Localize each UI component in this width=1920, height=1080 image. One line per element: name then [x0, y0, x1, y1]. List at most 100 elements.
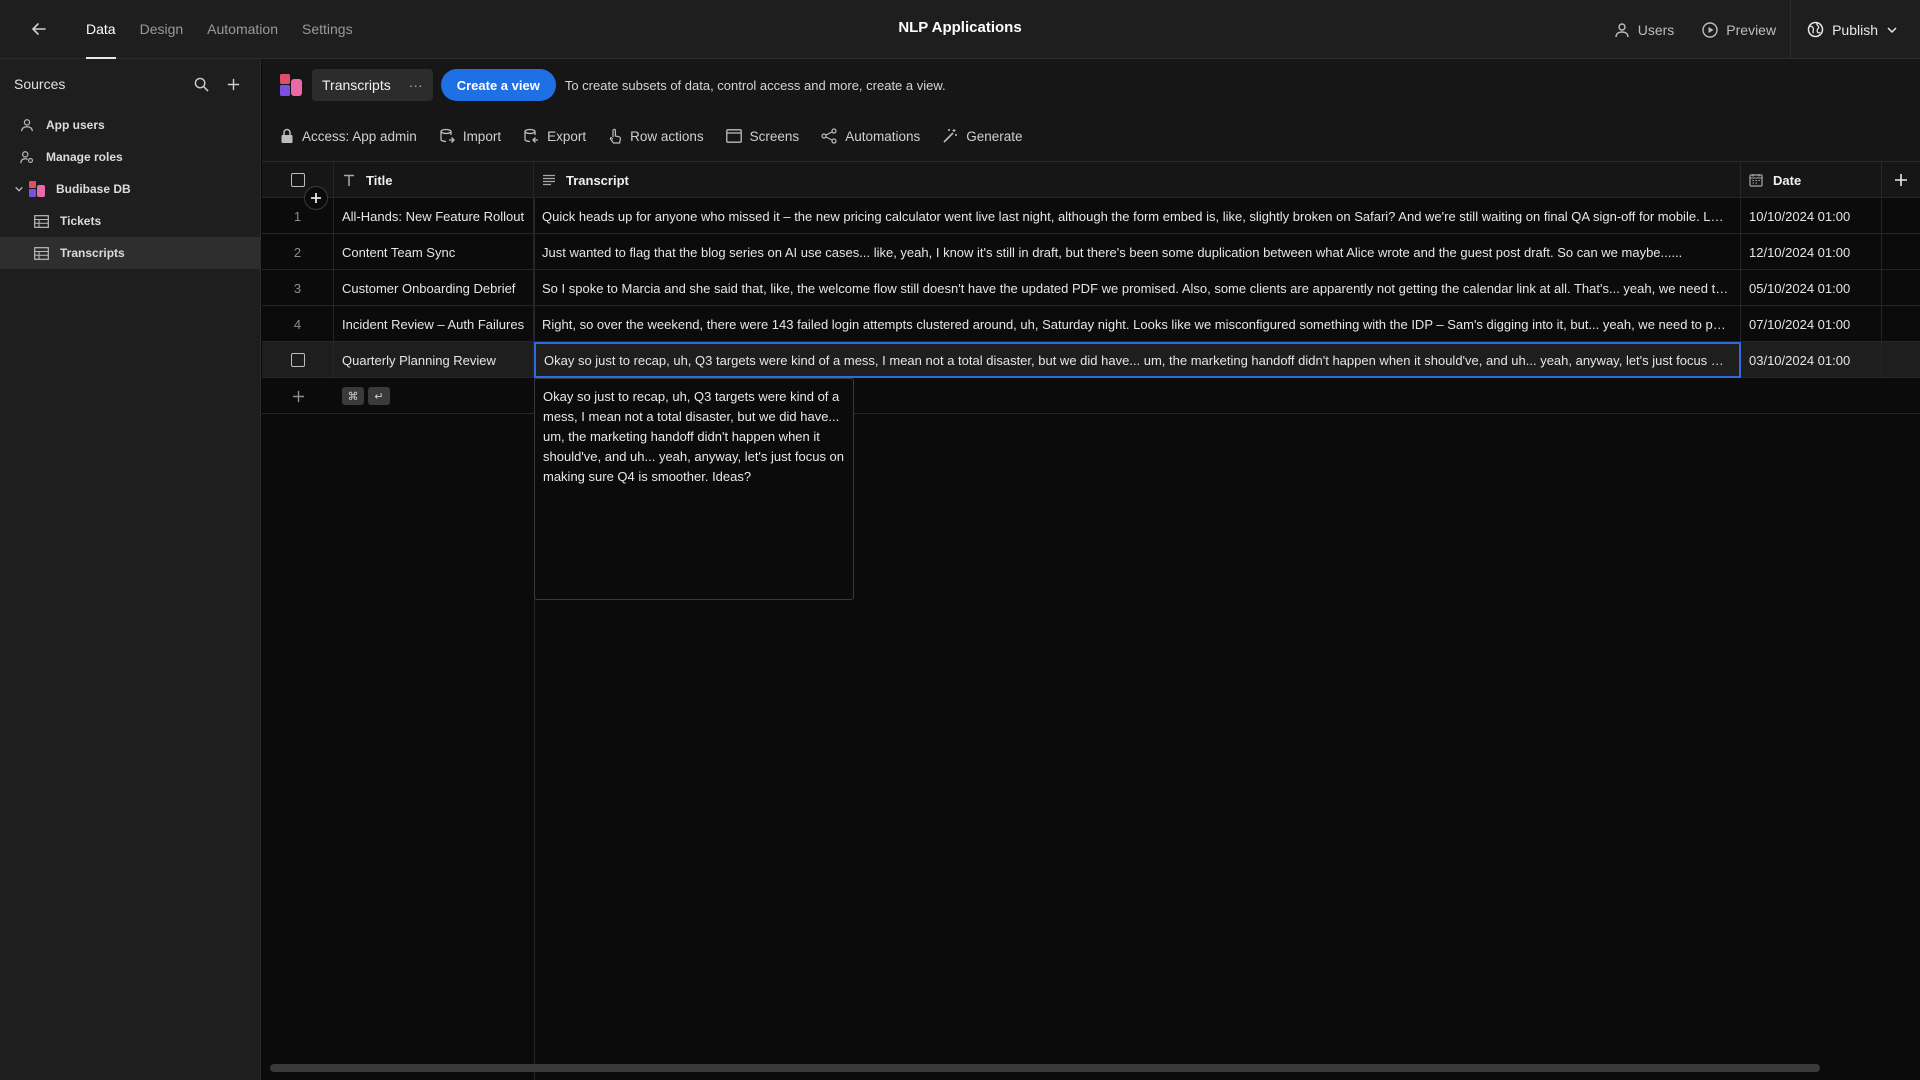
create-view-button[interactable]: Create a view: [440, 69, 556, 101]
automation-icon: [821, 128, 837, 144]
transcript-cell[interactable]: So I spoke to Marcia and she said that, …: [534, 270, 1741, 306]
date-cell[interactable]: 10/10/2024 01:00: [1741, 198, 1882, 234]
top-bar: Data Design Automation Settings NLP Appl…: [0, 0, 1920, 59]
table-icon: [32, 212, 50, 230]
column-header-label: Transcript: [566, 172, 629, 188]
screens-button[interactable]: Screens: [725, 128, 800, 144]
row-actions-label: Row actions: [630, 128, 704, 144]
transcript-cell[interactable]: Just wanted to flag that the blog series…: [534, 234, 1741, 270]
table-name-chip[interactable]: Transcripts ···: [312, 69, 433, 101]
new-row: ⌘ ↵: [262, 378, 1920, 414]
more-options-icon[interactable]: ···: [409, 77, 423, 93]
publish-button[interactable]: Publish: [1790, 0, 1920, 59]
column-header-title[interactable]: Title: [334, 162, 534, 198]
sidebar: Sources App users Manage roles Budibase …: [0, 59, 261, 1080]
row-select-cell: [262, 342, 334, 378]
transcript-cell[interactable]: Right, so over the weekend, there were 1…: [534, 306, 1741, 342]
export-icon: [523, 128, 539, 144]
row-actions-button[interactable]: Row actions: [608, 128, 704, 144]
transcript-text: Okay so just to recap, uh, Q3 targets we…: [544, 352, 1729, 368]
date-cell[interactable]: 12/10/2024 01:00: [1741, 234, 1882, 270]
automations-label: Automations: [845, 128, 921, 144]
add-row-icon[interactable]: [262, 378, 334, 414]
back-arrow-icon[interactable]: [22, 12, 56, 46]
cmd-key: ⌘: [342, 387, 364, 405]
add-row-above-icon[interactable]: [304, 186, 328, 210]
select-all-checkbox[interactable]: [290, 173, 305, 187]
horizontal-scrollbar[interactable]: [270, 1064, 1820, 1072]
nav-tabs: Data Design Automation Settings: [74, 0, 365, 59]
sidebar-item-transcripts[interactable]: Transcripts: [0, 237, 260, 269]
tab-data[interactable]: Data: [74, 0, 128, 59]
automations-button[interactable]: Automations: [821, 128, 920, 144]
main-content: Transcripts ··· Create a view To create …: [262, 59, 1920, 1080]
table-row[interactable]: 2 Content Team Sync Just wanted to flag …: [262, 234, 1920, 270]
text-type-icon: [342, 173, 356, 187]
import-icon: [439, 128, 455, 144]
row-number: 4: [262, 306, 334, 342]
generate-label: Generate: [966, 128, 1023, 144]
row-checkbox[interactable]: [290, 353, 305, 367]
table-name: Transcripts: [322, 77, 391, 93]
tab-design[interactable]: Design: [128, 0, 196, 59]
transcript-cell[interactable]: Quick heads up for anyone who missed it …: [534, 198, 1741, 234]
top-actions: Users Preview Publish: [1600, 0, 1920, 59]
long-text-editor[interactable]: Okay so just to recap, uh, Q3 targets we…: [534, 378, 854, 600]
keyboard-shortcut-hint: ⌘ ↵: [342, 387, 390, 405]
title-cell[interactable]: Content Team Sync: [334, 234, 534, 270]
import-label: Import: [462, 128, 502, 144]
table-toolbar: Access: App admin Import Export Row acti…: [262, 111, 1920, 162]
title-cell[interactable]: Quarterly Planning Review: [334, 342, 534, 378]
sidebar-item-budibase-db[interactable]: Budibase DB: [0, 173, 260, 205]
column-header-label: Date: [1773, 172, 1802, 188]
sources-header: Sources: [0, 59, 260, 109]
sidebar-item-tickets[interactable]: Tickets: [0, 205, 260, 237]
enter-key: ↵: [368, 387, 390, 405]
column-header-transcript[interactable]: Transcript: [534, 162, 1741, 198]
users-label: Users: [1637, 21, 1675, 38]
sidebar-item-label: Tickets: [60, 214, 102, 228]
transcript-text: Right, so over the weekend, there were 1…: [542, 316, 1730, 332]
title-cell[interactable]: All-Hands: New Feature Rollout: [334, 198, 534, 234]
globe-icon: [1807, 21, 1824, 38]
access-button[interactable]: Access: App admin: [280, 128, 417, 144]
date-cell[interactable]: 07/10/2024 01:00: [1741, 306, 1882, 342]
search-icon[interactable]: [188, 71, 214, 97]
table-header-bar: Transcripts ··· Create a view To create …: [262, 59, 1920, 111]
row-number: 2: [262, 234, 334, 270]
tab-automation[interactable]: Automation: [195, 0, 290, 59]
generate-button[interactable]: Generate: [942, 128, 1023, 144]
sources-title: Sources: [14, 76, 66, 92]
play-circle-icon: [1702, 21, 1718, 38]
sidebar-item-label: Budibase DB: [56, 182, 131, 196]
budibase-logo: [28, 180, 46, 198]
date-cell[interactable]: 03/10/2024 01:00: [1741, 342, 1882, 378]
users-button[interactable]: Users: [1600, 0, 1689, 59]
table-row[interactable]: 1 All-Hands: New Feature Rollout Quick h…: [262, 198, 1920, 234]
preview-button[interactable]: Preview: [1688, 0, 1790, 59]
data-grid: Title Transcript Date 1 All-Hands: New F…: [262, 162, 1920, 414]
chevron-down-icon: [1886, 24, 1898, 36]
sidebar-item-manage-roles[interactable]: Manage roles: [0, 141, 260, 173]
date-cell[interactable]: 05/10/2024 01:00: [1741, 270, 1882, 306]
screen-icon: [725, 129, 742, 143]
table-row[interactable]: 3 Customer Onboarding Debrief So I spoke…: [262, 270, 1920, 306]
sidebar-item-app-users[interactable]: App users: [0, 109, 260, 141]
import-button[interactable]: Import: [439, 128, 501, 144]
long-text-type-icon: [542, 174, 556, 186]
budibase-logo: [280, 74, 302, 96]
add-column-icon[interactable]: [1882, 162, 1920, 198]
transcript-text: So I spoke to Marcia and she said that, …: [542, 280, 1730, 296]
title-cell[interactable]: Customer Onboarding Debrief: [334, 270, 534, 306]
sidebar-item-label: Manage roles: [46, 150, 123, 164]
column-header-date[interactable]: Date: [1741, 162, 1882, 198]
tab-settings[interactable]: Settings: [290, 0, 365, 59]
transcript-cell-active[interactable]: Okay so just to recap, uh, Q3 targets we…: [534, 342, 1741, 378]
sidebar-item-label: Transcripts: [60, 246, 125, 260]
title-cell[interactable]: Incident Review – Auth Failures: [334, 306, 534, 342]
screens-label: Screens: [749, 128, 800, 144]
table-row-selected[interactable]: Quarterly Planning Review Okay so just t…: [262, 342, 1920, 378]
add-source-icon[interactable]: [220, 71, 246, 97]
export-button[interactable]: Export: [523, 128, 586, 144]
table-row[interactable]: 4 Incident Review – Auth Failures Right,…: [262, 306, 1920, 342]
